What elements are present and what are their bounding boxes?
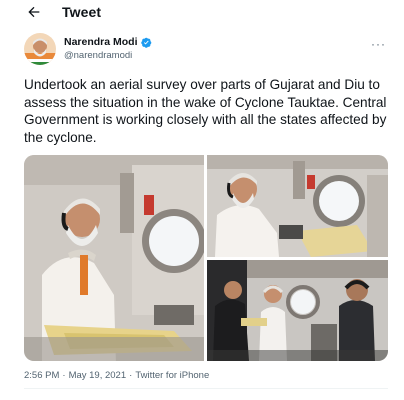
avatar[interactable]: [24, 33, 56, 65]
back-button[interactable]: [26, 4, 42, 20]
tweet-time[interactable]: 2:56 PM: [24, 370, 59, 381]
arrow-left-icon: [28, 6, 40, 18]
photo-2[interactable]: [207, 155, 388, 257]
meta-separator: ·: [129, 370, 133, 381]
page-title: Tweet: [62, 4, 102, 20]
photo-1[interactable]: [24, 155, 204, 361]
divider: [24, 388, 388, 389]
meta-separator: ·: [62, 370, 66, 381]
author-handle[interactable]: @narendramodi: [64, 50, 132, 61]
media-grid: [24, 155, 388, 361]
more-options-button[interactable]: ···: [371, 37, 386, 51]
tweet-source[interactable]: Twitter for iPhone: [135, 370, 209, 381]
verified-badge-icon: [140, 37, 151, 48]
tweet-header: Narendra Modi @narendramodi ···: [24, 33, 388, 67]
name-row: Narendra Modi: [64, 36, 152, 48]
tweet-text: Undertook an aerial survey over parts of…: [24, 77, 387, 145]
photo-3[interactable]: [207, 260, 388, 361]
top-bar: Tweet: [0, 0, 404, 28]
author-name[interactable]: Narendra Modi: [64, 36, 138, 48]
tweet-date[interactable]: May 19, 2021: [69, 370, 127, 381]
tweet-meta: 2:56 PM · May 19, 2021 · Twitter for iPh…: [24, 370, 209, 381]
